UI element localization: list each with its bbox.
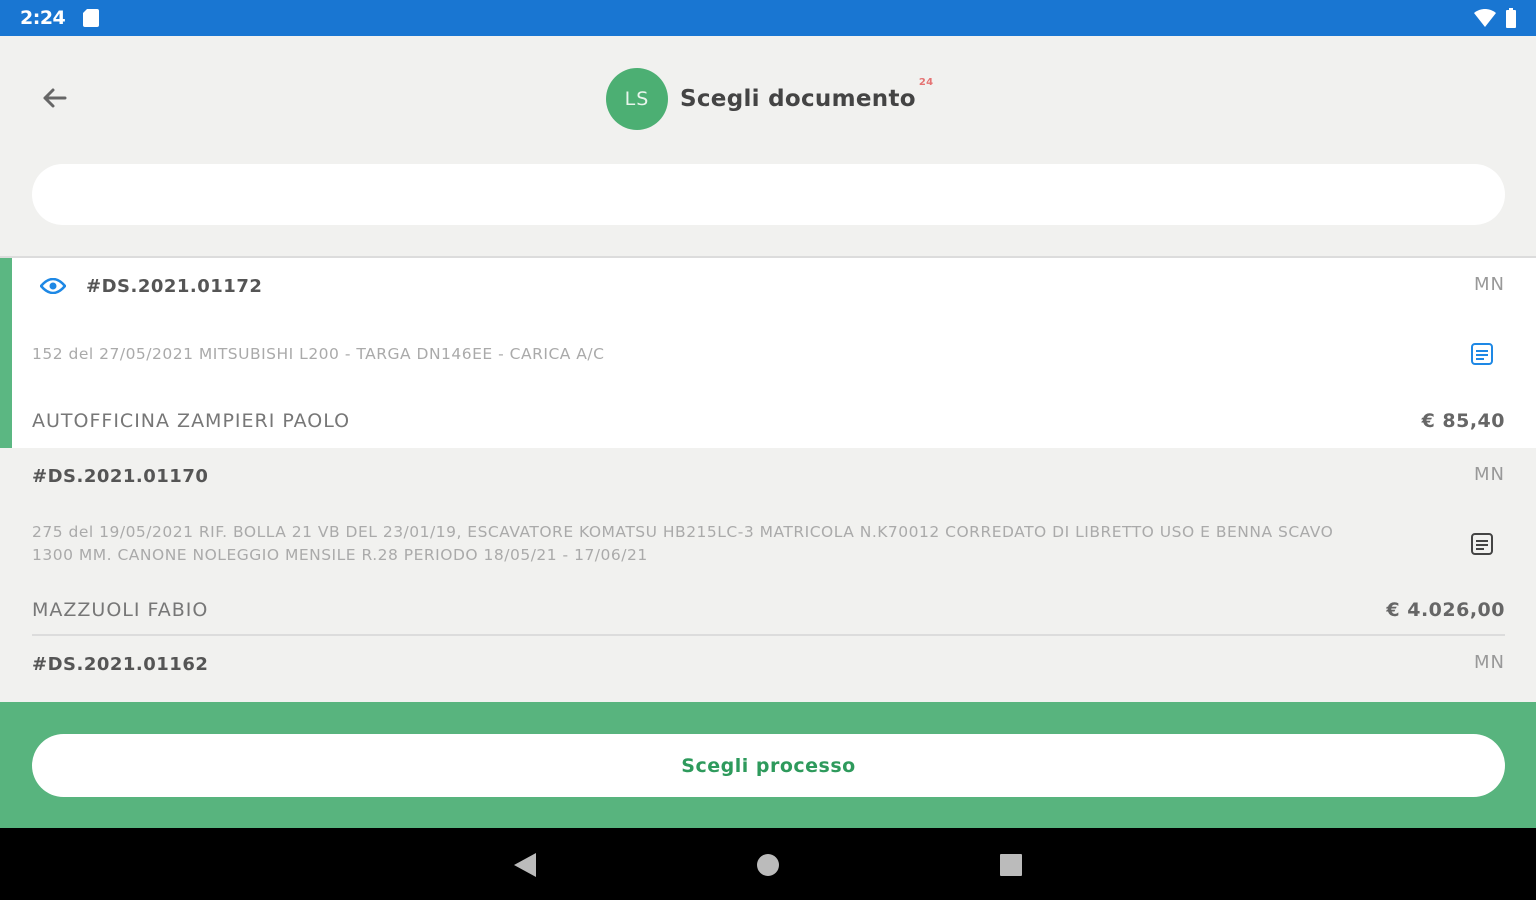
system-nav-bar <box>0 828 1536 900</box>
document-footer: MAZZUOLI FABIO € 4.026,00 <box>0 584 1536 636</box>
square-recents-icon <box>1000 854 1022 876</box>
document-header: #DS.2021.01170 MN <box>0 448 1536 504</box>
title-count-badge: 24 <box>918 77 934 89</box>
title-group: LS Scegli documento24 <box>606 68 933 130</box>
avatar[interactable]: LS <box>606 68 668 130</box>
nav-home-button[interactable] <box>755 852 781 878</box>
document-footer: AUTOFFICINA ZAMPIERI PAOLO € 85,40 <box>12 394 1536 448</box>
document-preview-icon[interactable] <box>1470 532 1494 556</box>
document-description: 275 del 19/05/2021 RIF. BOLLA 21 VB DEL … <box>32 523 1334 564</box>
action-bar: Scegli processo <box>0 702 1536 828</box>
circle-home-icon <box>757 854 779 876</box>
document-amount: € 4.026,00 <box>1386 599 1505 621</box>
document-header: #DS.2021.01172 MN <box>12 258 1536 314</box>
battery-icon <box>1506 8 1516 32</box>
app-header: LS Scegli documento24 <box>0 36 1536 160</box>
page-title: Scegli documento24 <box>680 77 933 112</box>
sd-card-icon <box>83 9 99 31</box>
document-id: #DS.2021.01162 <box>32 653 209 675</box>
document-amount: € 85,40 <box>1421 410 1505 432</box>
status-bar: 2:24 <box>0 0 1536 36</box>
wifi-icon <box>1474 8 1496 31</box>
document-description-row: 152 del 27/05/2021 MITSUBISHI L200 - TAR… <box>12 314 1536 394</box>
document-preview-icon[interactable] <box>1470 342 1494 366</box>
nav-back-button[interactable] <box>512 852 538 878</box>
document-list[interactable]: #DS.2021.01172 MN 152 del 27/05/2021 MIT… <box>0 258 1536 702</box>
nav-recents-button[interactable] <box>998 852 1024 878</box>
document-code: MN <box>1474 464 1505 485</box>
eye-icon[interactable] <box>40 276 68 296</box>
choose-process-button[interactable]: Scegli processo <box>32 734 1505 797</box>
search-input[interactable] <box>32 164 1505 225</box>
document-client: MAZZUOLI FABIO <box>32 599 209 621</box>
document-code: MN <box>1474 274 1505 295</box>
document-item[interactable]: #DS.2021.01172 MN 152 del 27/05/2021 MIT… <box>0 258 1536 448</box>
triangle-back-icon <box>514 853 536 877</box>
document-client: AUTOFFICINA ZAMPIERI PAOLO <box>32 410 351 432</box>
document-item[interactable]: #DS.2021.01170 MN 275 del 19/05/2021 RIF… <box>0 448 1536 636</box>
status-time: 2:24 <box>20 7 66 29</box>
document-description: 152 del 27/05/2021 MITSUBISHI L200 - TAR… <box>32 344 605 363</box>
back-button[interactable] <box>36 82 72 114</box>
page-title-text: Scegli documento <box>680 86 916 112</box>
document-id: #DS.2021.01170 <box>32 465 209 487</box>
document-header: #DS.2021.01162 MN <box>0 636 1536 692</box>
document-code: MN <box>1474 652 1505 673</box>
document-id: #DS.2021.01172 <box>86 275 263 297</box>
arrow-left-icon <box>43 88 67 108</box>
search-bar <box>32 164 1505 225</box>
document-item[interactable]: #DS.2021.01162 MN <box>0 636 1536 702</box>
document-description-row: 275 del 19/05/2021 RIF. BOLLA 21 VB DEL … <box>0 504 1536 584</box>
